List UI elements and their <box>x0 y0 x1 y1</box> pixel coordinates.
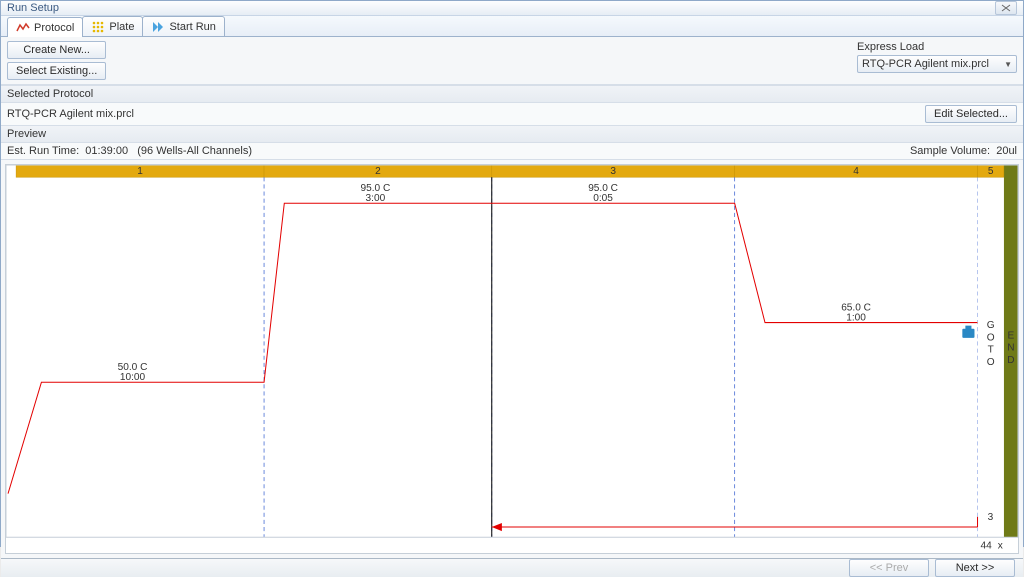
preview-heading: Preview <box>1 125 1023 143</box>
svg-text:5: 5 <box>988 166 994 177</box>
svg-text:x: x <box>998 540 1003 551</box>
svg-text:3: 3 <box>988 512 994 523</box>
chevron-down-icon: ▼ <box>1004 60 1012 69</box>
footer: << Prev Next >> <box>1 558 1023 577</box>
express-load-value: RTQ-PCR Agilent mix.prcl <box>862 58 989 70</box>
prev-button: << Prev <box>849 559 929 577</box>
svg-text:D: D <box>1007 355 1014 366</box>
svg-text:E: E <box>1008 330 1015 341</box>
express-load-select[interactable]: RTQ-PCR Agilent mix.prcl ▼ <box>857 55 1017 73</box>
svg-text:3:00: 3:00 <box>366 193 386 204</box>
svg-text:1: 1 <box>137 166 143 177</box>
svg-text:0:05: 0:05 <box>593 193 613 204</box>
protocol-icon <box>16 21 30 35</box>
close-icon[interactable] <box>995 1 1017 15</box>
window-title: Run Setup <box>7 2 59 14</box>
express-load-label: Express Load <box>857 41 924 53</box>
tabstrip: Protocol Plate Start Run <box>1 16 1023 37</box>
preview-row: Est. Run Time: 01:39:00 (96 Wells-All Ch… <box>1 143 1023 160</box>
sample-volume: Sample Volume: 20ul <box>910 145 1017 157</box>
est-run-time: Est. Run Time: 01:39:00 (96 Wells-All Ch… <box>7 145 252 157</box>
create-new-button[interactable]: Create New... <box>7 41 106 59</box>
tab-start-run-label: Start Run <box>169 21 215 33</box>
tab-protocol[interactable]: Protocol <box>7 17 83 37</box>
tab-protocol-label: Protocol <box>34 22 74 34</box>
next-button[interactable]: Next >> <box>935 559 1015 577</box>
svg-text:10:00: 10:00 <box>120 372 146 383</box>
svg-text:N: N <box>1007 343 1014 354</box>
tab-plate-label: Plate <box>109 21 134 33</box>
protocol-panel: Create New... Select Existing... Express… <box>1 37 1023 558</box>
svg-text:4: 4 <box>853 166 859 177</box>
selected-protocol-heading: Selected Protocol <box>1 85 1023 103</box>
svg-text:O: O <box>987 332 995 343</box>
tab-plate[interactable]: Plate <box>82 16 143 36</box>
titlebar: Run Setup <box>1 1 1023 16</box>
run-setup-window: Run Setup Protocol Plate <box>0 0 1024 547</box>
selected-protocol-file: RTQ-PCR Agilent mix.prcl <box>7 108 134 120</box>
svg-text:1:00: 1:00 <box>846 312 866 323</box>
svg-text:44: 44 <box>981 540 993 551</box>
svg-text:G: G <box>987 320 995 331</box>
select-existing-button[interactable]: Select Existing... <box>7 62 106 80</box>
edit-selected-button[interactable]: Edit Selected... <box>925 105 1017 123</box>
start-run-icon <box>151 20 165 34</box>
protocol-chart: 12345END5GOTO50.0 C10:0095.0 C3:0095.0 C… <box>5 164 1019 554</box>
svg-text:2: 2 <box>375 166 381 177</box>
svg-text:O: O <box>987 357 995 368</box>
svg-text:3: 3 <box>610 166 616 177</box>
tab-start-run[interactable]: Start Run <box>142 16 224 36</box>
plate-icon <box>91 20 105 34</box>
toolbar: Create New... Select Existing... Express… <box>1 37 1023 85</box>
selected-protocol-row: RTQ-PCR Agilent mix.prcl Edit Selected..… <box>1 103 1023 125</box>
svg-text:T: T <box>988 345 994 356</box>
protocol-chart-wrap: 12345END5GOTO50.0 C10:0095.0 C3:0095.0 C… <box>1 160 1023 558</box>
